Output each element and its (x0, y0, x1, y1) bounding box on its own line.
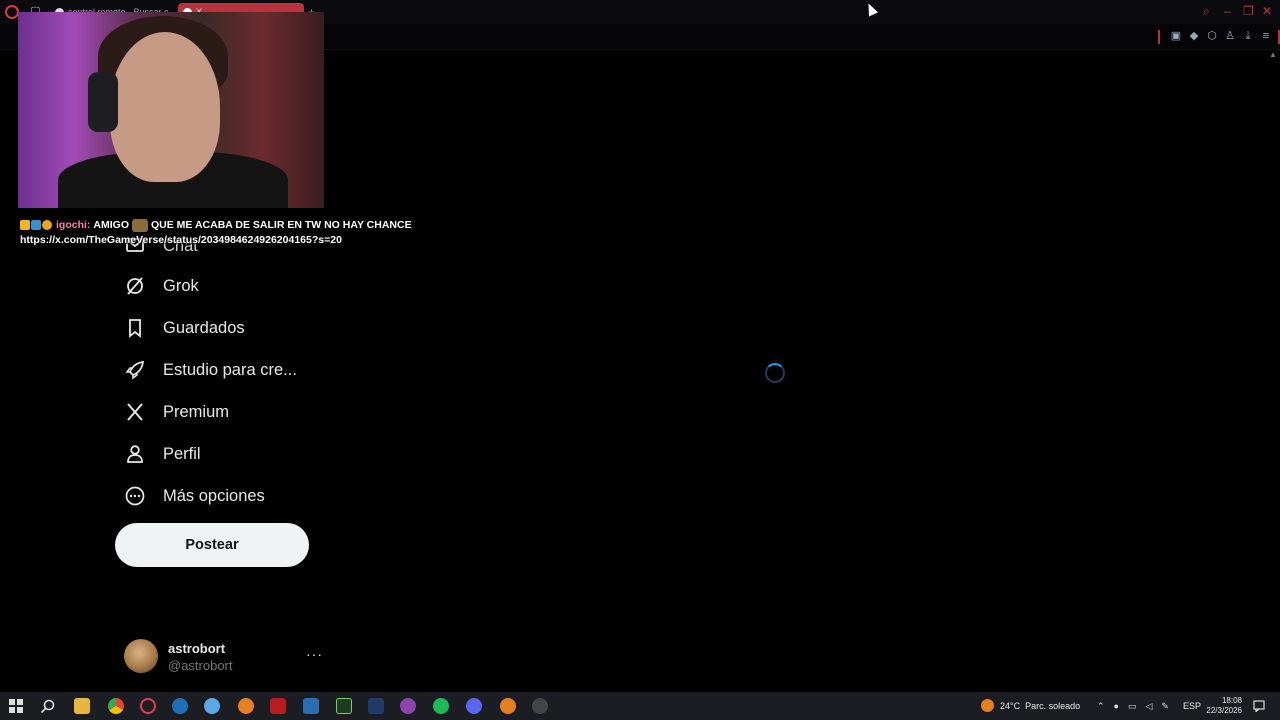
restore-icon[interactable]: ❐ (1243, 4, 1254, 18)
windows-start-icon[interactable] (9, 699, 23, 713)
spotify-icon[interactable] (433, 698, 449, 714)
subscriber-badge-icon (31, 220, 41, 231)
file-explorer-icon[interactable] (74, 698, 90, 714)
clock-date: 22/3/2026 (1206, 706, 1242, 715)
weather-widget[interactable]: 24°C Parc. soleado (1000, 692, 1080, 720)
nav-label: Premium (163, 402, 230, 421)
opera-icon[interactable] (140, 698, 156, 714)
close-icon[interactable]: ✕ (1262, 4, 1272, 18)
extensions-toolbar: ▣ ◆ ⬡ ♙ ⤓ ≡ (1170, 30, 1272, 42)
vegas-icon[interactable] (368, 698, 384, 714)
post-button[interactable]: Postear (115, 523, 309, 567)
photos-icon[interactable] (303, 698, 319, 714)
nav-item-profile[interactable]: Perfil (124, 433, 297, 475)
side-nav: Chat Grok Guardados Estudio para cre... … (124, 234, 297, 517)
weather-icon[interactable] (981, 699, 994, 712)
search-icon[interactable] (40, 699, 55, 714)
vpn-icon[interactable]: ◆ (1188, 30, 1200, 42)
pen-icon[interactable]: ✎ (1161, 701, 1169, 712)
nav-item-creator-studio[interactable]: Estudio para cre... (124, 349, 297, 391)
nav-label: Grok (163, 276, 199, 295)
microphone-icon[interactable]: ● (1114, 701, 1119, 711)
nav-label: Más opciones (163, 486, 265, 505)
nav-label: Estudio para cre... (163, 360, 297, 379)
system-tray: ⌃ ● ▭ ◁ ✎ (1097, 692, 1169, 720)
emote-icon (132, 218, 149, 232)
x-logo-icon (124, 401, 146, 423)
avatar (124, 639, 158, 673)
account-name: astrobort (168, 641, 226, 656)
weather-text: Parc. soleado (1025, 701, 1081, 711)
nav-item-grok[interactable]: Grok (124, 265, 297, 307)
nav-item-premium[interactable]: Premium (124, 391, 297, 433)
discord-icon[interactable] (466, 698, 482, 714)
language-indicator[interactable]: ESP (1183, 692, 1201, 720)
translate-icon[interactable]: ▣ (1170, 30, 1182, 42)
nav-label: Guardados (163, 318, 245, 337)
nav-item-more-options[interactable]: Más opciones (124, 475, 297, 517)
edge-icon[interactable] (172, 698, 188, 714)
account-more-icon[interactable]: ··· (306, 646, 323, 662)
chat-message: igochi: AMIGO QUE ME ACABA DE SALIR EN T… (20, 218, 412, 232)
chat-badges (20, 219, 53, 231)
pt-icon[interactable] (336, 698, 352, 714)
account-handle: @astrobort (168, 658, 233, 673)
chrome-icon[interactable] (108, 698, 124, 714)
opera-logo-icon[interactable] (5, 5, 19, 19)
app2-icon[interactable] (400, 698, 416, 714)
streamer-face (110, 32, 220, 182)
download-icon[interactable]: ⤓ (1242, 30, 1254, 42)
toolbar-separator (1158, 30, 1160, 44)
chat-text: AMIGO (93, 219, 130, 231)
account-switcher[interactable]: astrobort @astrobort ··· (124, 638, 324, 676)
more-circle-icon (124, 485, 146, 507)
bits-badge-icon (42, 220, 52, 231)
clock[interactable]: 18:08 22/3/2026 (1206, 696, 1242, 716)
minimize-icon[interactable]: – (1224, 4, 1231, 18)
network-icon[interactable]: ▭ (1128, 701, 1137, 712)
grok-icon (124, 275, 146, 297)
obs-icon[interactable] (532, 698, 548, 714)
extensions-icon[interactable]: ⬡ (1206, 30, 1218, 42)
person-icon (124, 443, 146, 465)
scroll-up-icon[interactable]: ▲ (1268, 50, 1278, 59)
menu-icon[interactable]: ≡ (1260, 30, 1272, 42)
notifications-icon[interactable] (1253, 700, 1265, 712)
chevron-up-icon[interactable]: ⌃ (1097, 701, 1105, 712)
loading-spinner (765, 363, 785, 383)
chat-text-rest: QUE ME ACABA DE SALIR EN TW NO HAY CHANC… (151, 219, 412, 231)
volume-icon[interactable]: ◁ (1146, 701, 1153, 712)
scrollbar[interactable]: ▲ (1268, 50, 1278, 690)
search-tabs-icon[interactable]: ⌕ (1203, 4, 1210, 19)
blender-icon[interactable] (238, 698, 254, 714)
crown-badge-icon (20, 220, 30, 231)
blender2-icon[interactable] (500, 698, 516, 714)
bookmark-icon (124, 317, 146, 339)
profile-icon[interactable]: ♙ (1224, 30, 1236, 42)
headset (88, 72, 118, 132)
chat-link: https://x.com/TheGameVerse/status/203498… (20, 234, 342, 246)
clock-time: 18:08 (1221, 696, 1242, 705)
nav-item-bookmarks[interactable]: Guardados (124, 307, 297, 349)
taskbar: 24°C Parc. soleado ⌃ ● ▭ ◁ ✎ ESP 18:08 2… (0, 692, 1280, 720)
app-icon[interactable] (204, 698, 220, 714)
nav-label: Perfil (163, 444, 201, 463)
stream-chat-overlay: igochi: AMIGO QUE ME ACABA DE SALIR EN T… (20, 218, 412, 246)
chat-username: igochi: (56, 219, 91, 231)
media-app-icon[interactable] (270, 698, 286, 714)
rocket-icon (124, 359, 146, 381)
weather-temp: 24°C (1000, 701, 1021, 711)
webcam-overlay (18, 12, 324, 208)
